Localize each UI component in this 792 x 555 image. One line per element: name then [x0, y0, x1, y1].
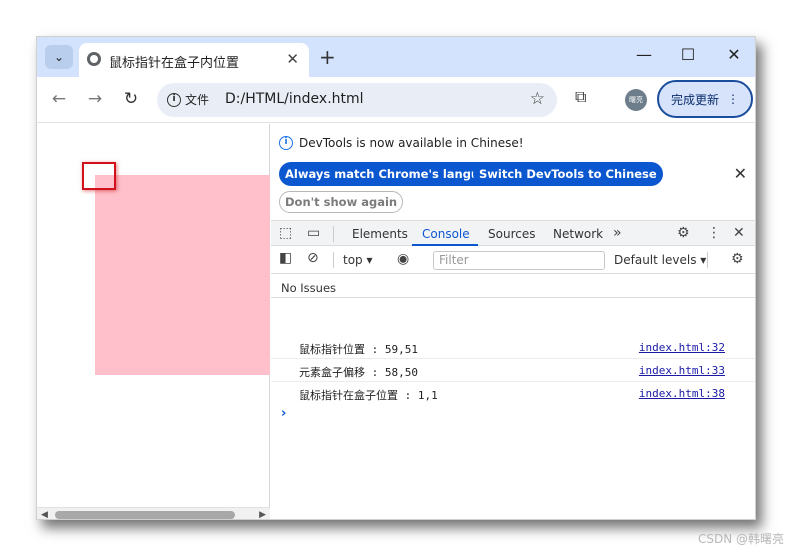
site-info-chip[interactable]: i 文件	[167, 91, 209, 108]
kebab-menu-icon: ⋮	[727, 92, 739, 106]
device-toolbar-icon[interactable]: ▭	[307, 225, 320, 241]
tab-strip: ⌄ 鼠标指针在盒子内位置 ✕ + — ☐ ✕	[37, 37, 755, 77]
log-message: 元素盒子偏移 : 58,50	[299, 366, 418, 379]
horizontal-scrollbar[interactable]: ◀ ▶	[37, 507, 270, 519]
extensions-puzzle-icon[interactable]: ⧉	[575, 87, 586, 107]
tab-sources[interactable]: Sources	[488, 227, 535, 241]
levels-label: Default levels	[614, 253, 697, 267]
tab-title: 鼠标指针在盒子内位置	[109, 56, 240, 71]
console-settings-gear-icon[interactable]: ⚙	[731, 251, 744, 267]
new-tab-button[interactable]: +	[319, 45, 336, 69]
scroll-left-icon[interactable]: ◀	[41, 508, 48, 519]
inspect-element-icon[interactable]: ⬚	[279, 225, 292, 241]
update-button[interactable]: 完成更新 ⋮	[657, 80, 753, 118]
log-source-link[interactable]: index.html:32	[639, 341, 725, 354]
browser-toolbar: ← → ↻ i 文件 D:/HTML/index.html ☆ ⧉ 曙亮 完成更…	[37, 77, 755, 123]
divider	[333, 226, 334, 242]
devtools-panel: i DevTools is now available in Chinese! …	[271, 124, 755, 519]
browser-window: ⌄ 鼠标指针在盒子内位置 ✕ + — ☐ ✕ ← → ↻ i 文件 D:/HTM…	[36, 36, 756, 520]
tab-close-icon[interactable]: ✕	[286, 50, 299, 68]
scroll-right-icon[interactable]: ▶	[259, 508, 266, 519]
info-icon: i	[167, 92, 181, 107]
update-button-label: 完成更新	[670, 92, 719, 107]
dont-show-again-button[interactable]: Don't show again	[279, 191, 404, 213]
pink-box[interactable]	[95, 175, 270, 375]
eye-icon[interactable]: ◉	[397, 251, 409, 267]
log-source-link[interactable]: index.html:33	[639, 364, 725, 377]
context-selector[interactable]: top ▾	[343, 253, 373, 267]
back-arrow-icon[interactable]: ←	[49, 89, 69, 109]
tab-network[interactable]: Network	[553, 227, 603, 241]
devtools-close-icon[interactable]: ✕	[733, 225, 745, 241]
banner-message: DevTools is now available in Chinese!	[299, 136, 524, 150]
divider	[333, 252, 334, 268]
console-log-row: 鼠标指针位置 : 59,51 index.html:32	[271, 336, 755, 359]
devtools-tabbar: ⬚ ▭ Elements Console Sources Network » ⚙…	[271, 220, 755, 246]
window-close-icon[interactable]: ✕	[719, 45, 749, 64]
address-bar[interactable]: i 文件 D:/HTML/index.html ☆	[157, 83, 557, 117]
switch-chinese-button[interactable]: Switch DevTools to Chinese	[473, 162, 663, 186]
forward-arrow-icon[interactable]: →	[85, 89, 105, 109]
console-toolbar: ◧ ⊘ top ▾ ◉ Filter Default levels ▾ ⚙	[271, 246, 755, 274]
page-viewport: ◀ ▶	[37, 124, 270, 519]
log-message: 鼠标指针在盒子位置 : 1,1	[299, 389, 438, 402]
divider	[707, 252, 708, 268]
browser-tab[interactable]: 鼠标指针在盒子内位置 ✕	[79, 43, 309, 77]
maximize-icon[interactable]: ☐	[673, 45, 703, 64]
watermark: CSDN @韩曙亮	[697, 532, 784, 546]
divider	[271, 297, 755, 298]
highlight-marker	[82, 162, 116, 190]
log-source-link[interactable]: index.html:38	[639, 387, 725, 400]
reload-icon[interactable]: ↻	[121, 89, 141, 109]
scroll-thumb[interactable]	[55, 511, 235, 519]
issues-status[interactable]: No Issues	[281, 281, 336, 295]
tab-console[interactable]: Console	[422, 227, 470, 241]
info-icon: i	[279, 136, 293, 150]
sidebar-toggle-icon[interactable]: ◧	[279, 250, 292, 266]
site-info-label: 文件	[185, 93, 210, 107]
tab-elements[interactable]: Elements	[352, 227, 408, 241]
tab-search-button[interactable]: ⌄	[45, 45, 73, 69]
more-tabs-chevron-icon[interactable]: »	[613, 225, 622, 241]
clear-console-icon[interactable]: ⊘	[307, 250, 319, 266]
minimize-icon[interactable]: —	[629, 45, 659, 64]
profile-avatar[interactable]: 曙亮	[625, 89, 647, 111]
filter-input[interactable]: Filter	[433, 251, 605, 270]
more-options-icon[interactable]: ⋮	[707, 225, 721, 241]
settings-gear-icon[interactable]: ⚙	[677, 225, 690, 241]
log-message: 鼠标指针位置 : 59,51	[299, 343, 418, 356]
banner-close-icon[interactable]: ✕	[734, 164, 747, 183]
console-log-row: 鼠标指针在盒子位置 : 1,1 index.html:38	[271, 382, 755, 405]
console-log-row: 元素盒子偏移 : 58,50 index.html:33	[271, 359, 755, 382]
context-label: top	[343, 253, 363, 267]
levels-dropdown[interactable]: Default levels ▾	[614, 253, 706, 267]
bookmark-star-icon[interactable]: ☆	[530, 89, 545, 109]
globe-icon	[87, 52, 101, 66]
console-prompt-chevron-icon[interactable]: ›	[281, 406, 286, 421]
url-text[interactable]: D:/HTML/index.html	[225, 91, 364, 107]
language-banner: i DevTools is now available in Chinese!	[279, 136, 524, 150]
